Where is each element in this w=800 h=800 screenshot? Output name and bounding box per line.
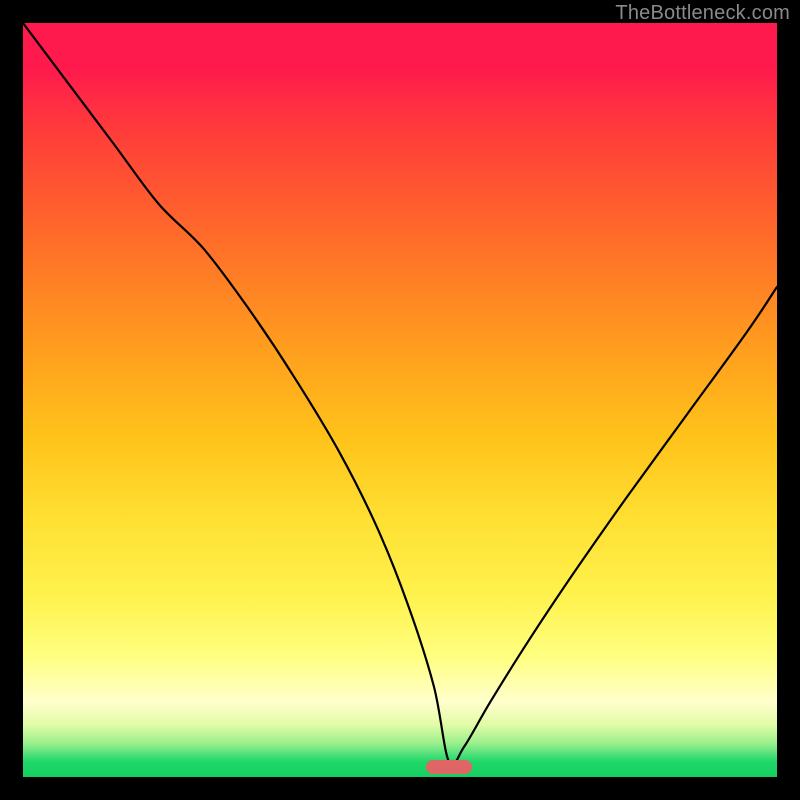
chart-plot-area [23,23,777,777]
chart-frame: TheBottleneck.com [0,0,800,800]
optimal-marker [426,760,472,774]
bottleneck-curve [23,23,777,777]
watermark-text: TheBottleneck.com [615,2,790,25]
